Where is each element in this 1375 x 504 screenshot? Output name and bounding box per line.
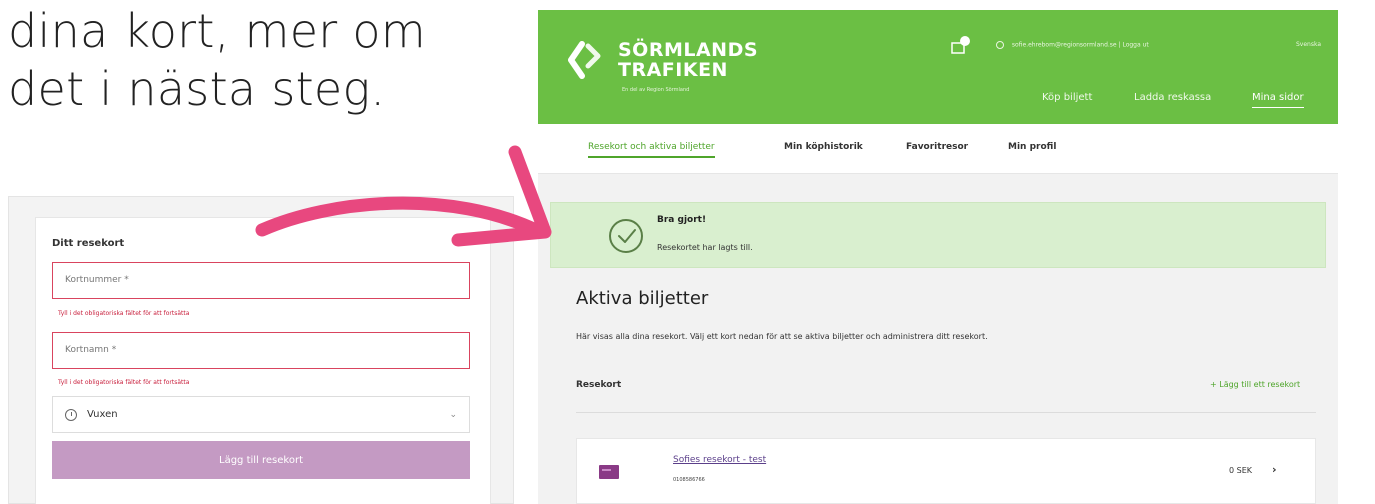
instruction-text: dina kort, mer om det i nästa steg. — [8, 2, 508, 118]
chevron-down-icon: ⌄ — [449, 409, 457, 420]
travel-card-name[interactable]: Sofies resekort - test — [673, 455, 766, 465]
add-card-button[interactable]: Lägg till resekort — [52, 441, 470, 479]
card-name-placeholder: Kortnamn * — [65, 345, 117, 355]
tab-profile[interactable]: Min profil — [1008, 142, 1056, 152]
traveller-type-value: Vuxen — [87, 409, 118, 420]
travel-card-icon — [599, 465, 619, 479]
language-switch[interactable]: Svenska — [1296, 41, 1321, 48]
travel-card-balance: 0 SEK — [1229, 466, 1253, 475]
user-bar: sofie.ehrebom@regionsormland.se | Logga … — [996, 41, 1149, 49]
traveller-type-select[interactable]: Vuxen ⌄ — [52, 396, 470, 433]
nav-buy-ticket[interactable]: Köp biljett — [1042, 92, 1092, 103]
logo-line-2: TRAFIKEN — [618, 59, 728, 81]
success-message: Resekortet har lagts till. — [657, 243, 753, 252]
add-travel-card-link[interactable]: + Lägg till ett resekort — [1210, 380, 1300, 389]
logout-link[interactable]: Logga ut — [1122, 42, 1148, 49]
nav-top-up[interactable]: Ladda reskassa — [1134, 92, 1211, 103]
active-tickets-heading: Aktiva biljetter — [576, 288, 709, 309]
add-card-form: Ditt resekort Kortnummer * Tyll i det ob… — [35, 217, 491, 504]
travel-card-number: 0108586766 — [673, 477, 705, 483]
user-icon — [996, 41, 1004, 49]
card-name-input[interactable]: Kortnamn * — [52, 332, 470, 369]
cart-icon[interactable] — [950, 34, 972, 56]
site-header: SÖRMLANDS TRAFIKEN En del av Region Sörm… — [538, 10, 1338, 124]
instruction-line-1: dina kort, mer om — [8, 4, 426, 58]
active-tickets-description: Här visas alla dina resekort. Välj ett k… — [576, 332, 988, 341]
site-screen: SÖRMLANDS TRAFIKEN En del av Region Sörm… — [538, 10, 1338, 504]
tab-favourite-trips[interactable]: Favoritresor — [906, 142, 968, 152]
logo-text[interactable]: SÖRMLANDS TRAFIKEN — [618, 40, 758, 80]
card-number-placeholder: Kortnummer * — [65, 275, 129, 285]
travel-card-row[interactable]: Sofies resekort - test 0108586766 0 SEK … — [576, 438, 1316, 504]
user-email: sofie.ehrebom@regionsormland.se — [1011, 41, 1117, 49]
instruction-line-2: det i nästa steg. — [8, 62, 386, 116]
check-icon — [609, 219, 643, 253]
logo-line-1: SÖRMLANDS — [618, 39, 759, 61]
success-alert: Bra gjort! Resekortet har lagts till. — [550, 202, 1326, 268]
card-number-input[interactable]: Kortnummer * — [52, 262, 470, 299]
clock-icon — [65, 408, 77, 421]
travel-cards-label: Resekort — [576, 380, 622, 390]
divider — [576, 412, 1316, 413]
chevron-right-icon[interactable]: › — [1272, 463, 1277, 476]
success-title: Bra gjort! — [657, 215, 707, 225]
arrow-annotation — [255, 145, 552, 247]
nav-my-pages[interactable]: Mina sidor — [1252, 92, 1304, 108]
card-number-error: Tyll i det obligatoriska fältet för att … — [58, 310, 190, 317]
logo-icon — [568, 41, 601, 79]
account-tabs: Resekort och aktiva biljetter Min köphis… — [538, 124, 1338, 174]
logo-subtitle: En del av Region Sörmland — [622, 87, 690, 93]
card-name-error: Tyll i det obligatoriska fältet för att … — [58, 379, 190, 386]
tab-cards-and-tickets[interactable]: Resekort och aktiva biljetter — [588, 142, 715, 158]
tab-purchase-history[interactable]: Min köphistorik — [784, 142, 863, 152]
form-title: Ditt resekort — [52, 238, 125, 249]
